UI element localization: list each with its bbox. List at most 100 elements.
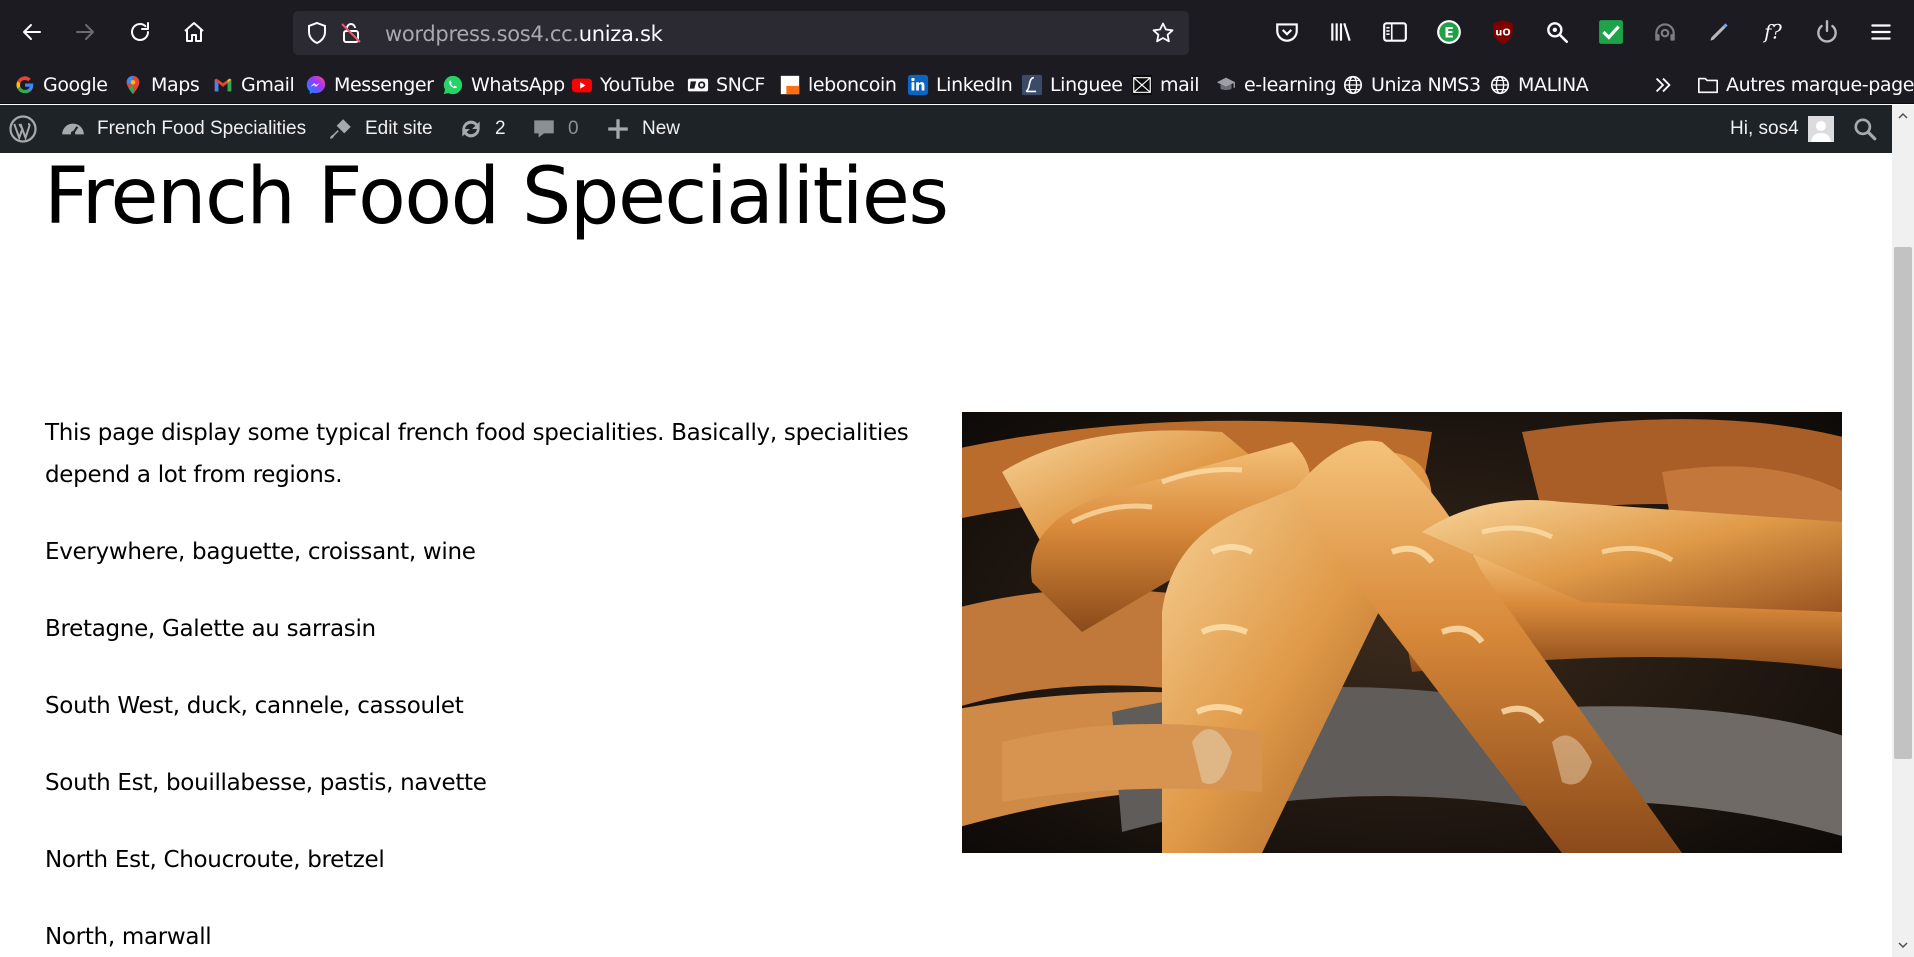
comments-link[interactable]: 0 xyxy=(531,105,579,153)
sidebar-icon[interactable] xyxy=(1380,17,1410,47)
dashboard-gauge-icon xyxy=(60,116,86,142)
bookmarks-overflow-button[interactable] xyxy=(1652,73,1681,97)
leboncoin-icon xyxy=(779,74,801,96)
bookmark-mail[interactable]: mail xyxy=(1131,73,1200,97)
bookmark-whatsapp[interactable]: WhatsApp xyxy=(442,73,565,97)
messenger-icon xyxy=(305,74,327,96)
content-column: This page display some typical french fo… xyxy=(45,412,925,957)
insecure-lock-icon[interactable] xyxy=(339,21,363,45)
home-button[interactable] xyxy=(176,14,212,50)
bookmark-label: YouTube xyxy=(600,74,675,96)
site-name-menu[interactable]: French Food Specialities xyxy=(60,105,306,153)
baguettes-image xyxy=(962,412,1842,853)
scroll-up-arrow-icon[interactable] xyxy=(1894,107,1912,125)
speciality-paragraph: Everywhere, baguette, croissant, wine xyxy=(45,539,476,565)
scroll-down-arrow-icon[interactable] xyxy=(1894,936,1912,954)
bookmark-label: Linguee xyxy=(1050,74,1123,96)
speciality-paragraph: North, marwall xyxy=(45,924,212,950)
bookmark-label: e-learning xyxy=(1244,74,1337,96)
scrollbar-thumb[interactable] xyxy=(1894,247,1912,759)
mail-icon xyxy=(1131,74,1153,96)
bookmark-elearning[interactable]: e-learning xyxy=(1215,73,1336,97)
bookmarks-bar: Google Maps Gmail Messenger WhatsApp You… xyxy=(0,66,1914,104)
bookmark-label: Gmail xyxy=(241,74,295,96)
ublock-icon[interactable]: uO xyxy=(1488,17,1518,47)
bookmark-uniza-nms3[interactable]: Uniza NMS3 xyxy=(1342,73,1481,97)
bookmark-label: LinkedIn xyxy=(936,74,1013,96)
tracking-protection-icon[interactable] xyxy=(305,21,329,45)
svg-text:f?: f? xyxy=(1762,21,1782,44)
bookmark-label: mail xyxy=(1160,74,1200,96)
edit-site-link[interactable]: Edit site xyxy=(328,105,433,153)
comments-count: 0 xyxy=(568,118,579,139)
bookmark-label: Maps xyxy=(151,74,200,96)
back-button[interactable] xyxy=(14,14,50,50)
url-bar[interactable]: wordpress.sos4.cc.uniza.sk xyxy=(293,11,1189,55)
comment-bubble-icon xyxy=(531,116,557,142)
browser-toolbar: wordpress.sos4.cc.uniza.sk E uO f? xyxy=(0,0,1914,66)
youtube-icon xyxy=(571,74,593,96)
my-account-menu[interactable]: Hi, sos4 xyxy=(1730,105,1834,153)
avatar xyxy=(1807,116,1834,142)
evernote-extension-icon[interactable]: E xyxy=(1434,17,1464,47)
font-finder-icon[interactable]: f? xyxy=(1758,17,1788,47)
headphones-extension-icon[interactable] xyxy=(1650,17,1680,47)
power-icon[interactable] xyxy=(1812,17,1842,47)
speciality-paragraph: South West, duck, cannele, cassoulet xyxy=(45,693,464,719)
wp-admin-bar: French Food Specialities Edit site 2 0 N… xyxy=(0,105,1892,153)
bookmark-google[interactable]: Google xyxy=(14,73,108,97)
pocket-icon[interactable] xyxy=(1272,17,1302,47)
plus-icon xyxy=(605,116,631,142)
wp-logo-menu[interactable] xyxy=(8,105,38,153)
bookmark-label: SNCF xyxy=(716,74,765,96)
globe-icon xyxy=(1342,74,1364,96)
bookmark-label: WhatsApp xyxy=(471,74,565,96)
menu-icon[interactable] xyxy=(1866,17,1896,47)
search-lens-icon[interactable] xyxy=(1542,17,1572,47)
bookmark-malina[interactable]: MALINA xyxy=(1489,73,1589,97)
library-icon[interactable] xyxy=(1326,17,1356,47)
updates-refresh-icon xyxy=(458,116,484,142)
bookmark-label: leboncoin xyxy=(808,74,897,96)
bookmark-linkedin[interactable]: LinkedIn xyxy=(907,73,1013,97)
elearning-icon xyxy=(1215,74,1237,96)
color-picker-icon[interactable] xyxy=(1704,17,1734,47)
bookmark-leboncoin[interactable]: leboncoin xyxy=(779,73,897,97)
reload-button[interactable] xyxy=(122,14,158,50)
intro-paragraph: This page display some typical french fo… xyxy=(45,420,909,488)
speciality-paragraph: Bretagne, Galette au sarrasin xyxy=(45,616,376,642)
maps-icon xyxy=(122,74,144,96)
new-label: New xyxy=(642,118,681,139)
search-icon xyxy=(1854,118,1877,141)
folder-icon xyxy=(1697,74,1719,96)
new-content-menu[interactable]: New xyxy=(605,105,680,153)
edit-site-label: Edit site xyxy=(365,118,433,139)
bookmark-messenger[interactable]: Messenger xyxy=(305,73,434,97)
bookmark-star-icon[interactable] xyxy=(1151,21,1175,45)
other-bookmarks-label: Autres marque-pages xyxy=(1726,74,1914,96)
bookmark-linguee[interactable]: Linguee xyxy=(1021,73,1123,97)
svg-text:E: E xyxy=(1444,25,1454,41)
sncf-icon xyxy=(687,74,709,96)
updates-link[interactable]: 2 xyxy=(458,105,506,153)
bookmark-label: MALINA xyxy=(1518,74,1589,96)
bookmark-youtube[interactable]: YouTube xyxy=(571,73,675,97)
page-title: French Food Specialities xyxy=(44,152,949,242)
whatsapp-icon xyxy=(442,74,464,96)
svg-text:uO: uO xyxy=(1495,27,1510,38)
forward-button[interactable] xyxy=(67,14,103,50)
site-name-label: French Food Specialities xyxy=(97,118,307,139)
arrow-right-icon xyxy=(76,24,94,40)
bookmark-gmail[interactable]: Gmail xyxy=(212,73,295,97)
checkmark-extension-icon[interactable] xyxy=(1596,17,1626,47)
wordpress-logo-icon xyxy=(9,115,37,143)
bookmark-sncf[interactable]: SNCF xyxy=(687,73,765,97)
url-text[interactable]: wordpress.sos4.cc.uniza.sk xyxy=(385,22,663,46)
bookmark-maps[interactable]: Maps xyxy=(122,73,200,97)
speciality-paragraph: South Est, bouillabesse, pastis, navette xyxy=(45,770,487,796)
gmail-icon xyxy=(212,74,234,96)
other-bookmarks-folder[interactable]: Autres marque-pages xyxy=(1697,73,1914,97)
admin-search-button[interactable] xyxy=(1852,105,1878,153)
linguee-icon xyxy=(1021,74,1043,96)
arrow-left-icon xyxy=(23,24,41,40)
